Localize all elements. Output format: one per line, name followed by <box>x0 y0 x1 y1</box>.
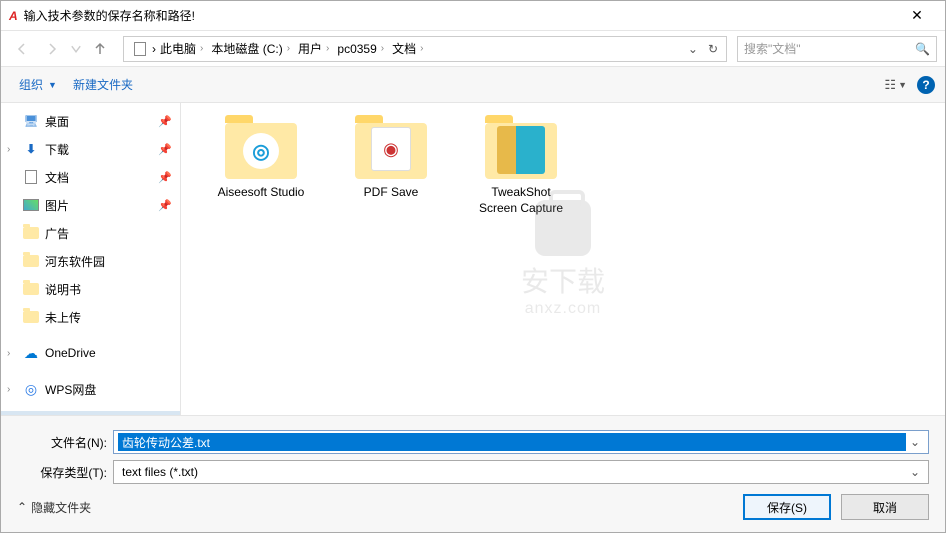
pin-icon: 📌 <box>158 143 172 156</box>
sidebar-item-0[interactable]: 🖥桌面📌 <box>1 107 180 135</box>
sidebar-item-label: 说明书 <box>45 281 81 298</box>
sidebar-item-5[interactable]: 河东软件园 <box>1 247 180 275</box>
help-button[interactable]: ? <box>917 76 935 94</box>
sidebar-item-7[interactable]: 未上传 <box>1 303 180 331</box>
folder-icon <box>485 123 557 179</box>
pin-icon: 📌 <box>158 171 172 184</box>
sidebar-item-1[interactable]: ›⬇下载📌 <box>1 135 180 163</box>
sidebar-item-label: 图片 <box>45 197 69 214</box>
new-folder-button[interactable]: 新建文件夹 <box>65 72 141 97</box>
sidebar-item-4[interactable]: 广告 <box>1 219 180 247</box>
crumb-2[interactable]: 用户› <box>294 40 333 57</box>
filetype-input[interactable] <box>118 463 906 481</box>
crumb-0[interactable]: 此电脑› <box>156 40 207 57</box>
content-pane[interactable]: 安下载 anxz.com ◎ Aiseesoft Studio ◉ PDF Save T… <box>181 103 945 415</box>
pin-icon: 📌 <box>158 199 172 212</box>
crumb-3[interactable]: pc0359› <box>333 42 388 56</box>
sidebar-item-label: WPS网盘 <box>45 381 96 398</box>
sidebar-item-label: OneDrive <box>45 346 96 360</box>
filename-dropdown[interactable]: ⌄ <box>906 435 924 449</box>
recent-dropdown[interactable] <box>69 36 83 62</box>
close-button[interactable]: ✕ <box>897 7 937 24</box>
folder-label: PDF Save <box>341 185 441 201</box>
folder-icon: ◉ <box>355 123 427 179</box>
filetype-combo[interactable]: ⌄ <box>113 460 929 484</box>
sidebar-item-2[interactable]: 文档 📌 <box>1 163 180 191</box>
sidebar-item-3[interactable]: 图片 📌 <box>1 191 180 219</box>
folder-item-0[interactable]: ◎ Aiseesoft Studio <box>211 123 311 201</box>
up-button[interactable] <box>87 36 113 62</box>
refresh-button[interactable]: ↻ <box>704 42 722 56</box>
folder-label: TweakShot Screen Capture <box>471 185 571 216</box>
crumb-1[interactable]: 本地磁盘 (C:)› <box>207 40 294 57</box>
app-icon: A <box>9 9 18 23</box>
sidebar-item-label: 文档 <box>45 169 69 186</box>
sidebar-item-8[interactable]: ›☁OneDrive <box>1 339 180 367</box>
filetype-dropdown[interactable]: ⌄ <box>906 465 924 479</box>
navbar: › 此电脑› 本地磁盘 (C:)› 用户› pc0359› 文档› ⌄ ↻ 🔍 <box>1 31 945 67</box>
filename-input[interactable] <box>118 433 906 451</box>
cancel-button[interactable]: 取消 <box>841 494 929 520</box>
folder-item-1[interactable]: ◉ PDF Save <box>341 123 441 201</box>
hide-folders-toggle[interactable]: ⌃ 隐藏文件夹 <box>17 499 91 516</box>
window-title: 输入技术参数的保存名称和路径! <box>24 7 897 24</box>
view-options[interactable]: ☷ ▼ <box>884 77 907 93</box>
chevron-up-icon: ⌃ <box>17 500 27 514</box>
watermark: 安下载 anxz.com <box>521 200 605 318</box>
folder-icon: ◎ <box>225 123 297 179</box>
crumb-4[interactable]: 文档› <box>388 40 427 57</box>
folder-label: Aiseesoft Studio <box>211 185 311 201</box>
sidebar-item-label: 未上传 <box>45 309 81 326</box>
sidebar-item-label: 下载 <box>45 141 69 158</box>
caret-icon[interactable]: › <box>7 144 10 155</box>
save-button[interactable]: 保存(S) <box>743 494 831 520</box>
search-icon[interactable]: 🔍 <box>915 42 930 56</box>
filetype-label: 保存类型(T): <box>17 464 107 481</box>
filename-label: 文件名(N): <box>17 434 107 451</box>
sidebar-item-6[interactable]: 说明书 <box>1 275 180 303</box>
caret-icon[interactable]: › <box>7 348 10 359</box>
address-dropdown[interactable]: ⌄ <box>684 42 702 56</box>
sidebar: 🖥桌面📌›⬇下载📌文档📌图片📌广告河东软件园说明书未上传›☁OneDrive›◎… <box>1 103 181 415</box>
pin-icon: 📌 <box>158 115 172 128</box>
main-area: 🖥桌面📌›⬇下载📌文档📌图片📌广告河东软件园说明书未上传›☁OneDrive›◎… <box>1 103 945 415</box>
forward-button[interactable] <box>39 36 65 62</box>
location-icon <box>132 41 148 57</box>
sidebar-item-9[interactable]: ›◎WPS网盘 <box>1 375 180 403</box>
titlebar: A 输入技术参数的保存名称和路径! ✕ <box>1 1 945 31</box>
search-box[interactable]: 🔍 <box>737 36 937 62</box>
filename-combo[interactable]: ⌄ <box>113 430 929 454</box>
bottom-panel: 文件名(N): ⌄ 保存类型(T): ⌄ ⌃ 隐藏文件夹 保存(S) 取消 <box>1 415 945 532</box>
search-input[interactable] <box>744 42 911 56</box>
sidebar-item-label: 河东软件园 <box>45 253 105 270</box>
folder-item-2[interactable]: TweakShot Screen Capture <box>471 123 571 216</box>
sidebar-item-label: 广告 <box>45 225 69 242</box>
organize-menu[interactable]: 组织▼ <box>11 72 65 97</box>
sidebar-item-10[interactable]: ›此电脑 <box>1 411 180 415</box>
address-bar[interactable]: › 此电脑› 本地磁盘 (C:)› 用户› pc0359› 文档› ⌄ ↻ <box>123 36 727 62</box>
caret-icon[interactable]: › <box>7 384 10 395</box>
sidebar-item-label: 桌面 <box>45 113 69 130</box>
back-button[interactable] <box>9 36 35 62</box>
toolbar: 组织▼ 新建文件夹 ☷ ▼ ? <box>1 67 945 103</box>
